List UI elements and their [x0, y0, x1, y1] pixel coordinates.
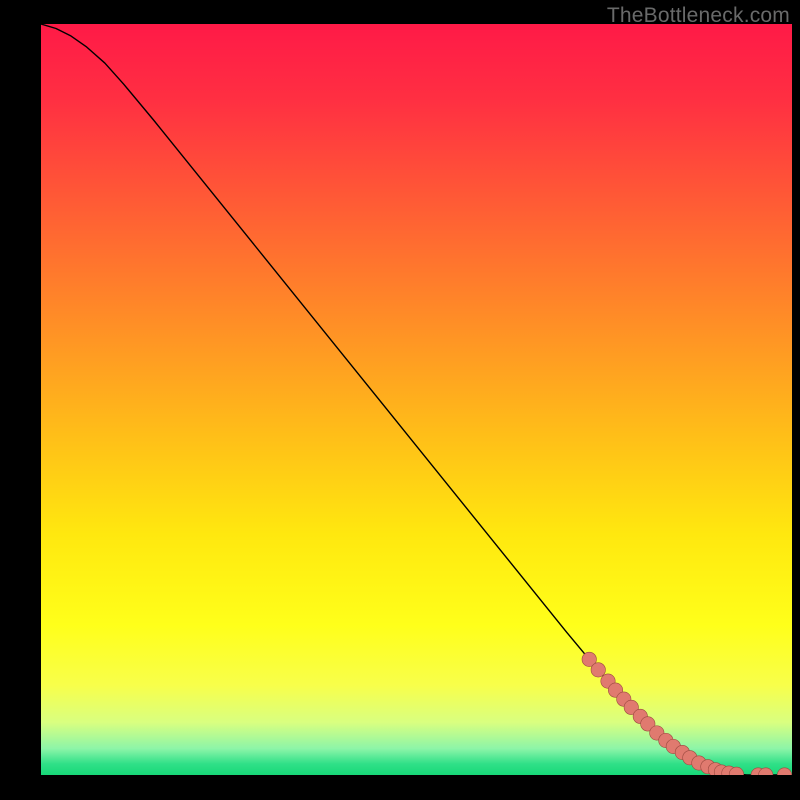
gradient-background	[41, 24, 792, 775]
marker-point	[591, 663, 605, 677]
chart-stage: TheBottleneck.com	[0, 0, 800, 800]
plot-area	[41, 24, 792, 775]
chart-svg	[41, 24, 792, 775]
